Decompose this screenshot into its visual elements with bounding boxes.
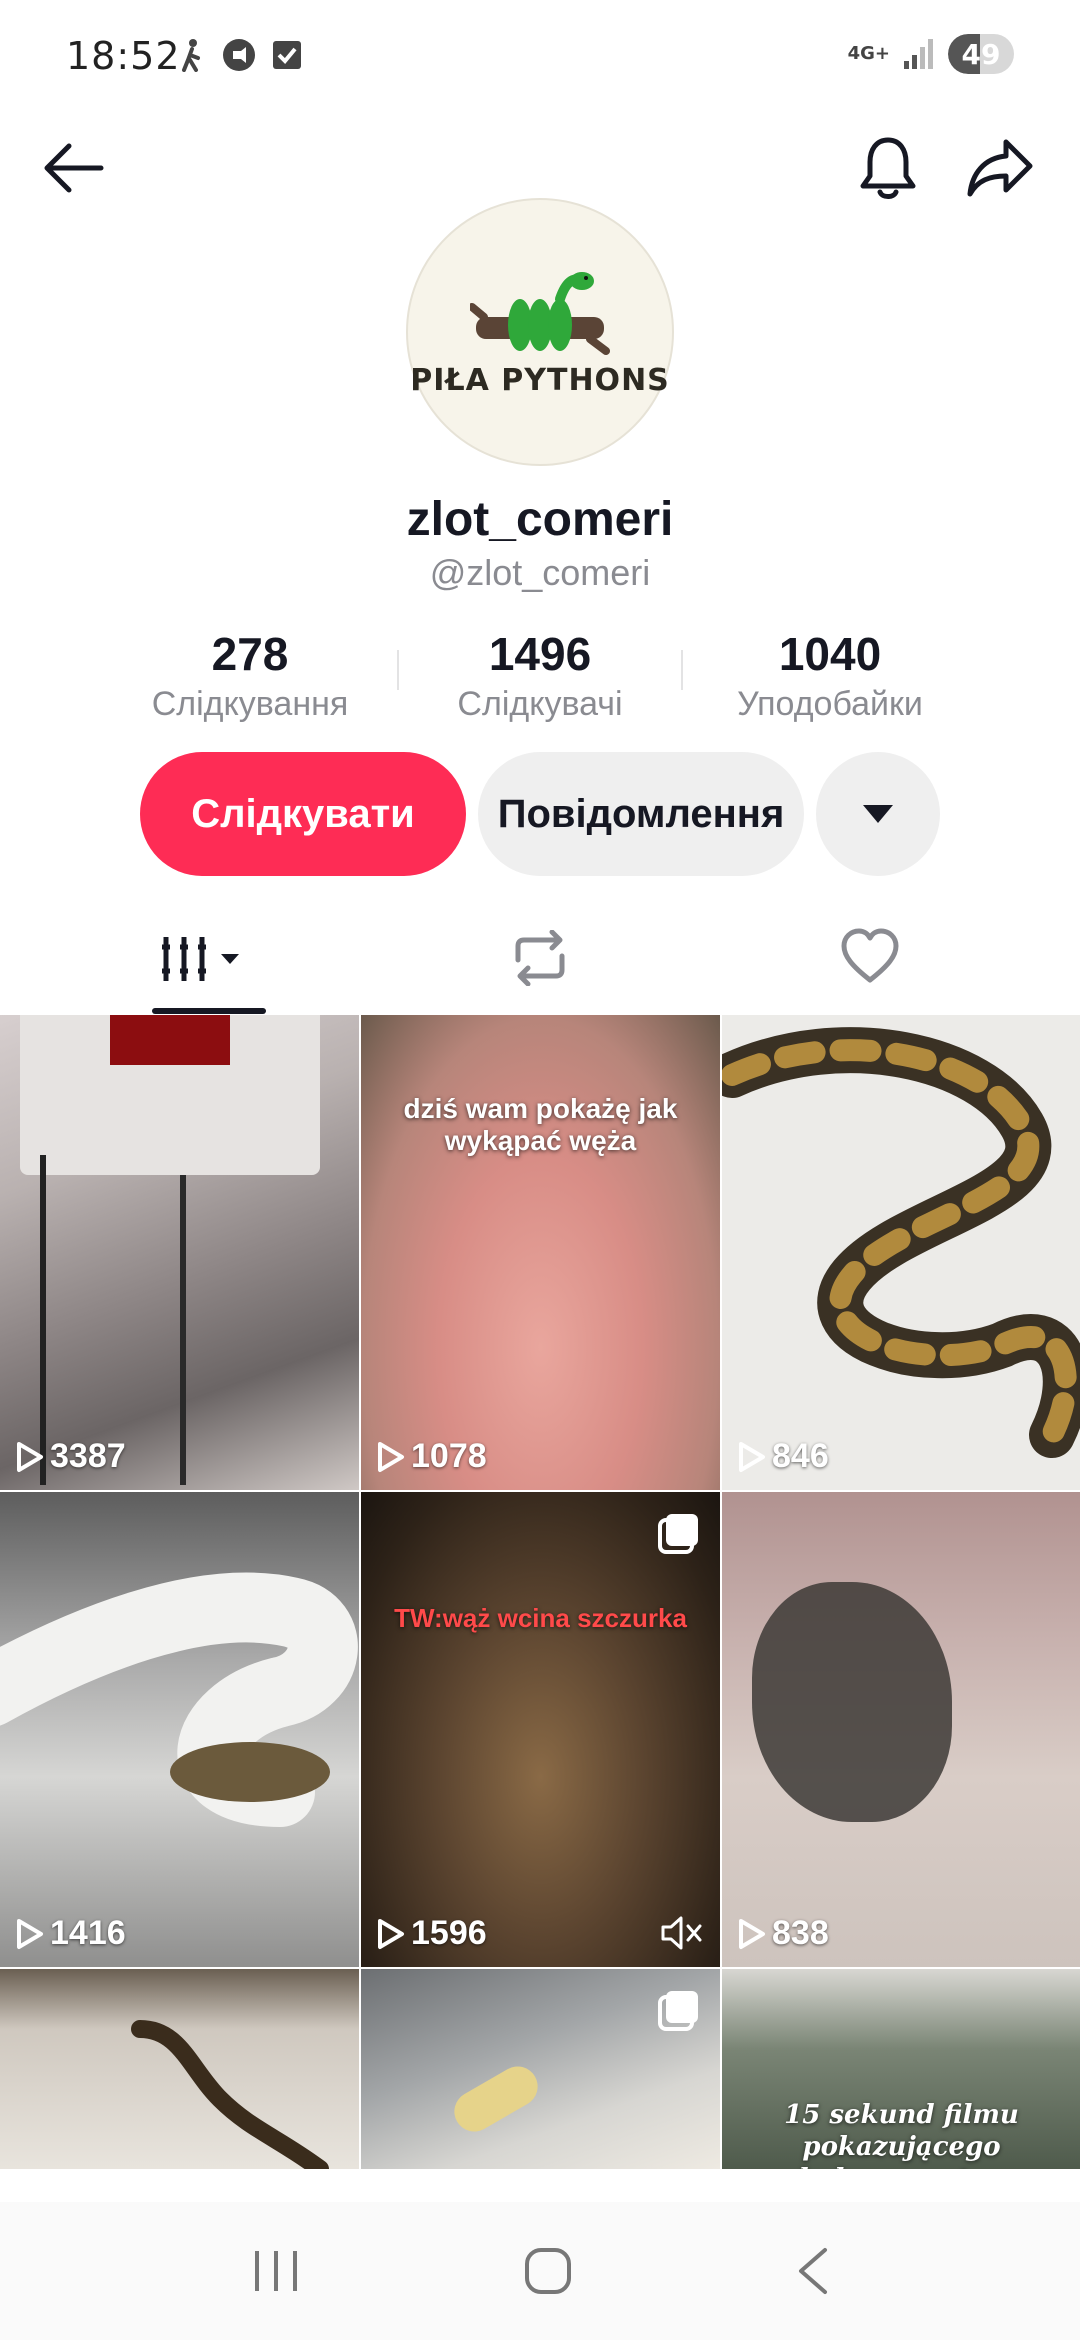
play-icon xyxy=(739,1918,765,1949)
stat-following[interactable]: 278 Слідкування xyxy=(140,626,360,726)
battery-level: 49 xyxy=(961,37,1001,71)
notifications-button[interactable] xyxy=(850,128,926,208)
view-count-text: 1596 xyxy=(411,1914,487,1952)
media-icon xyxy=(223,39,255,71)
multi-photo-icon xyxy=(658,1514,698,1554)
stat-value: 1496 xyxy=(488,628,592,680)
status-right: 4G+ 49 xyxy=(848,34,1014,74)
view-count: 1416 xyxy=(16,1914,126,1953)
back-button[interactable] xyxy=(36,130,112,206)
view-count-text: 1416 xyxy=(50,1914,126,1952)
multi-photo-icon xyxy=(658,1991,698,2031)
snake-illustration xyxy=(131,2020,329,2169)
play-icon xyxy=(739,1441,765,1472)
video-thumbnail[interactable]: 1416 xyxy=(0,1492,359,1967)
snake-illustration xyxy=(0,1572,358,1827)
repost-icon xyxy=(515,929,565,987)
home-icon[interactable] xyxy=(523,2246,573,2296)
video-thumbnail[interactable]: 3387 xyxy=(0,1015,359,1490)
stat-value: 1040 xyxy=(778,628,882,680)
stat-label: Слідкувачі xyxy=(457,685,623,723)
recent-apps-icon[interactable] xyxy=(251,2249,301,2293)
share-button[interactable] xyxy=(960,128,1040,208)
video-grid: 3387 dziś wam pokażę jak wykąpać węża 10… xyxy=(0,1015,1080,2169)
profile-username: zlot_comeri xyxy=(406,493,674,546)
play-icon xyxy=(378,1441,404,1472)
stat-label: Уподобайки xyxy=(737,685,923,723)
play-icon xyxy=(17,1918,43,1949)
view-count: 1596 xyxy=(377,1914,487,1953)
status-time: 18:52 xyxy=(66,34,181,78)
profile-stats: 278 Слідкування 1496 Слідкувачі 1040 Упо… xyxy=(140,626,940,726)
view-count: 1078 xyxy=(377,1437,487,1476)
stat-label: Слідкування xyxy=(151,685,349,723)
view-count-text: 1078 xyxy=(411,1437,487,1475)
video-thumbnail[interactable]: 15 sekund filmu pokazującego głodnego py… xyxy=(722,1969,1080,2169)
tab-videos[interactable] xyxy=(160,930,270,988)
signal-icon xyxy=(904,39,933,69)
videos-grid-icon xyxy=(162,937,206,981)
follow-button[interactable]: Слідкувати xyxy=(140,752,466,876)
network-type: 4G+ xyxy=(847,43,890,64)
stat-divider xyxy=(681,650,683,690)
system-back-icon[interactable] xyxy=(795,2246,829,2296)
back-arrow-icon xyxy=(44,143,104,193)
caret-down-icon xyxy=(221,954,239,964)
active-tab-indicator xyxy=(152,1008,266,1014)
tab-reposts[interactable] xyxy=(508,929,572,988)
view-count-text: 838 xyxy=(772,1914,829,1952)
check-box-icon xyxy=(273,41,301,69)
heart-icon xyxy=(841,928,899,983)
video-caption: TW:wąż wcina szczurka xyxy=(394,1603,687,1633)
system-navigation-bar xyxy=(0,2202,1080,2340)
battery-indicator: 49 xyxy=(948,34,1014,74)
video-caption: dziś wam pokażę jak wykąpać węża xyxy=(403,1093,678,1156)
stat-divider xyxy=(397,650,399,690)
tab-liked[interactable] xyxy=(840,928,900,988)
walking-icon xyxy=(182,39,200,72)
view-count: 846 xyxy=(738,1437,829,1476)
video-thumbnail[interactable]: 838 xyxy=(722,1492,1080,1967)
muted-icon xyxy=(661,1916,702,1950)
profile-avatar[interactable]: PIŁA PYTHONS xyxy=(406,198,674,466)
view-count-text: 3387 xyxy=(50,1437,126,1475)
bell-icon xyxy=(860,137,916,199)
caret-down-icon xyxy=(863,805,893,823)
video-caption: 15 sekund filmu pokazującego głodnego py… xyxy=(780,2100,1022,2169)
view-count: 3387 xyxy=(16,1437,126,1476)
video-thumbnail[interactable]: dziś wam pokażę jak wykąpać węża 1078 xyxy=(361,1015,720,1490)
stat-value: 278 xyxy=(211,628,289,680)
snake-illustration xyxy=(722,1027,1080,1458)
avatar-brand-text: PIŁA PYTHONS xyxy=(410,362,670,398)
stat-followers[interactable]: 1496 Слідкувачі xyxy=(440,626,640,726)
video-thumbnail[interactable] xyxy=(0,1969,359,2169)
share-arrow-icon xyxy=(967,139,1033,197)
message-button[interactable]: Повідомлення xyxy=(478,752,804,876)
play-icon xyxy=(17,1441,43,1472)
video-thumbnail[interactable]: TW:wąż wcina szczurka 1596 xyxy=(361,1492,720,1967)
python-logo-icon xyxy=(470,271,610,355)
play-icon xyxy=(378,1918,404,1949)
status-notification-icons xyxy=(178,38,302,72)
view-count-text: 846 xyxy=(772,1437,829,1475)
video-thumbnail[interactable] xyxy=(361,1969,720,2169)
profile-handle: @zlot_comeri xyxy=(429,552,651,593)
more-options-button[interactable] xyxy=(816,752,940,876)
video-thumbnail[interactable]: 846 xyxy=(722,1015,1080,1490)
view-count: 838 xyxy=(738,1914,829,1953)
stat-likes[interactable]: 1040 Уподобайки xyxy=(720,626,940,726)
